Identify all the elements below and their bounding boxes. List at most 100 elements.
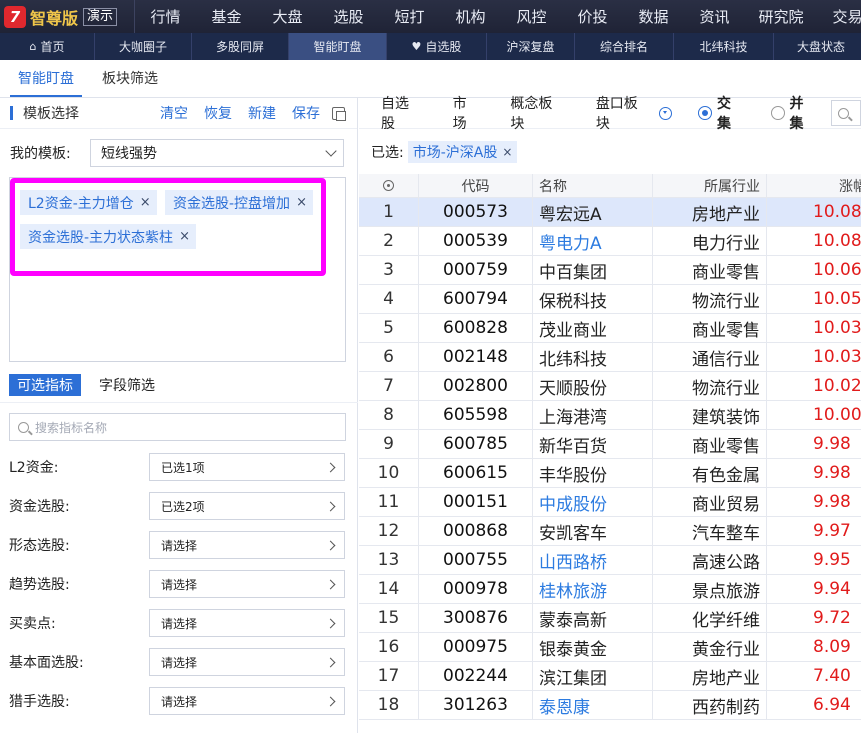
table-row[interactable]: 1 000573 粤宏远A 房地产业 10.08 [359, 198, 861, 227]
menu-item[interactable]: 行情 [135, 0, 196, 33]
indicator-select[interactable]: 请选择 [149, 609, 345, 637]
stock-name[interactable]: 保税科技 [533, 285, 653, 314]
indicator-select[interactable]: 已选2项 [149, 492, 345, 520]
menu-item[interactable]: 短打 [379, 0, 440, 33]
radio-union[interactable]: 并集 [770, 93, 818, 133]
table-row[interactable]: 7 002800 天顺股份 物流行业 10.02 [359, 372, 861, 401]
nav-tab[interactable]: 大盘状态 [774, 33, 861, 60]
stock-name[interactable]: 粤电力A [533, 227, 653, 256]
menu-item[interactable]: 研究院 [745, 0, 817, 33]
menu-item[interactable]: 基金 [196, 0, 257, 33]
row-index: 16 [359, 633, 419, 662]
stock-name[interactable]: 茂业商业 [533, 314, 653, 343]
stock-name[interactable]: 蒙泰高新 [533, 604, 653, 633]
header-name[interactable]: 名称 [533, 174, 653, 198]
nav-tab[interactable]: ⌂ 首页 [0, 33, 95, 60]
filter-market[interactable]: 市场 [453, 93, 481, 133]
filter-concept-sector[interactable]: 概念板块 [510, 93, 565, 133]
column-settings[interactable] [359, 174, 419, 198]
stock-name[interactable]: 上海港湾 [533, 401, 653, 430]
indicator-select[interactable]: 请选择 [149, 531, 345, 559]
menu-item[interactable]: 交易 [817, 0, 861, 33]
menu-item[interactable]: 选股 [318, 0, 379, 33]
table-row[interactable]: 2 000539 粤电力A 电力行业 10.08 [359, 227, 861, 256]
stock-name[interactable]: 桂林旅游 [533, 575, 653, 604]
menu-item[interactable]: 价投 [562, 0, 623, 33]
stock-name[interactable]: 滨江集团 [533, 662, 653, 691]
stock-name[interactable]: 山西路桥 [533, 546, 653, 575]
indicator-select[interactable]: 请选择 [149, 648, 345, 676]
table-row[interactable]: 18 301263 泰恩康 西药制药 6.94 [359, 691, 861, 720]
app-logo[interactable]: 7 智尊版 演示 [0, 0, 135, 33]
condition-chip[interactable]: 资金选股-控盘增加 × [165, 190, 313, 215]
menu-item[interactable]: 风控 [501, 0, 562, 33]
close-icon[interactable]: × [296, 195, 307, 210]
nav-tab[interactable]: ♥ 自选股 [387, 33, 487, 60]
copy-icon[interactable] [332, 106, 346, 121]
tab-available-indicators[interactable]: 可选指标 [9, 374, 81, 396]
stock-name[interactable]: 中成股份 [533, 488, 653, 517]
table-row[interactable]: 14 000978 桂林旅游 景点旅游 9.94 [359, 575, 861, 604]
indicator-select[interactable]: 请选择 [149, 687, 345, 715]
restore-button[interactable]: 恢复 [204, 103, 232, 123]
filter-watchlist[interactable]: 自选股 [381, 93, 423, 133]
menu-item[interactable]: 大盘 [257, 0, 318, 33]
header-code[interactable]: 代码 [419, 174, 533, 198]
table-row[interactable]: 6 002148 北纬科技 通信行业 10.03 [359, 343, 861, 372]
stock-name[interactable]: 银泰黄金 [533, 633, 653, 662]
filter-board-sector[interactable]: 盘口板块 [596, 93, 673, 133]
header-change[interactable]: 涨幅 [767, 174, 861, 198]
nav-tab[interactable]: 沪深复盘 [487, 33, 575, 60]
stock-name[interactable]: 泰恩康 [533, 691, 653, 720]
close-icon[interactable]: × [179, 229, 190, 244]
indicator-select[interactable]: 已选1项 [149, 453, 345, 481]
selected-chip[interactable]: 市场-沪深A股 × [407, 141, 518, 163]
clear-button[interactable]: 清空 [160, 103, 188, 123]
nav-tab[interactable]: 综合排名 [575, 33, 674, 60]
menu-item[interactable]: 数据 [623, 0, 684, 33]
table-row[interactable]: 10 600615 丰华股份 有色金属 9.98 [359, 459, 861, 488]
menu-item[interactable]: 机构 [440, 0, 501, 33]
sub-tab[interactable]: 智能盯盘 [10, 68, 82, 97]
sub-tab[interactable]: 板块筛选 [94, 68, 166, 97]
condition-chip[interactable]: L2资金-主力增仓 × [20, 190, 157, 215]
condition-chip[interactable]: 资金选股-主力状态紫柱 × [20, 224, 196, 249]
new-button[interactable]: 新建 [248, 103, 276, 123]
table-row[interactable]: 17 002244 滨江集团 房地产业 7.40 [359, 662, 861, 691]
my-template-select[interactable]: 短线强势 [90, 139, 344, 167]
table-row[interactable]: 16 000975 银泰黄金 黄金行业 8.09 [359, 633, 861, 662]
stock-name[interactable]: 新华百货 [533, 430, 653, 459]
table-row[interactable]: 9 600785 新华百货 商业零售 9.98 [359, 430, 861, 459]
nav-tab[interactable]: 北纬科技 [674, 33, 774, 60]
save-button[interactable]: 保存 [292, 103, 320, 123]
nav-tab[interactable]: 大咖圈子 [95, 33, 192, 60]
stock-search-input[interactable] [831, 100, 861, 126]
stock-change: 10.03 [767, 314, 861, 343]
table-row[interactable]: 5 600828 茂业商业 商业零售 10.03 [359, 314, 861, 343]
stock-name[interactable]: 安凯客车 [533, 517, 653, 546]
table-row[interactable]: 4 600794 保税科技 物流行业 10.05 [359, 285, 861, 314]
indicator-search-input[interactable]: 搜索指标名称 [9, 413, 346, 441]
table-row[interactable]: 12 000868 安凯客车 汽车整车 9.97 [359, 517, 861, 546]
tab-field-filter[interactable]: 字段筛选 [91, 374, 163, 396]
stock-name[interactable]: 丰华股份 [533, 459, 653, 488]
header-industry[interactable]: 所属行业 [653, 174, 767, 198]
nav-tab[interactable]: 智能盯盘 [289, 33, 387, 60]
table-row[interactable]: 3 000759 中百集团 商业零售 10.06 [359, 256, 861, 285]
table-row[interactable]: 11 000151 中成股份 商业贸易 9.98 [359, 488, 861, 517]
indicator-select[interactable]: 请选择 [149, 570, 345, 598]
close-icon[interactable]: × [140, 195, 151, 210]
table-row[interactable]: 8 605598 上海港湾 建筑装饰 10.00 [359, 401, 861, 430]
stock-name[interactable]: 中百集团 [533, 256, 653, 285]
close-icon[interactable]: × [502, 145, 512, 159]
radio-intersect[interactable]: 交集 [698, 93, 745, 133]
table-row[interactable]: 15 300876 蒙泰高新 化学纤维 9.72 [359, 604, 861, 633]
table-row[interactable]: 13 000755 山西路桥 高速公路 9.95 [359, 546, 861, 575]
expand-icon[interactable] [659, 106, 673, 120]
stock-name[interactable]: 天顺股份 [533, 372, 653, 401]
nav-tab-label: 多股同屏 [215, 40, 264, 54]
stock-name[interactable]: 粤宏远A [533, 198, 653, 227]
menu-item[interactable]: 资讯 [684, 0, 745, 33]
stock-name[interactable]: 北纬科技 [533, 343, 653, 372]
nav-tab[interactable]: 多股同屏 [192, 33, 289, 60]
